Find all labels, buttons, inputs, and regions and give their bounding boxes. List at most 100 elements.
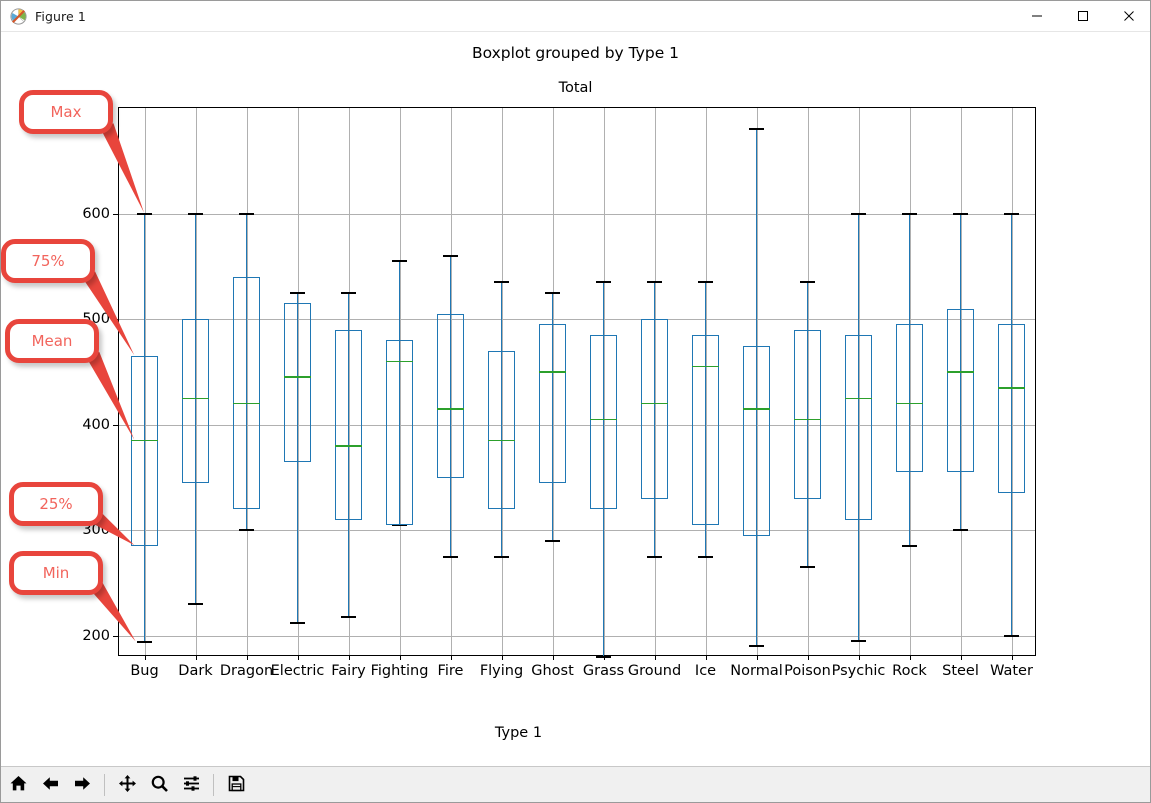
figure-canvas: Boxplot grouped by Type 1 Total 200 300 40… bbox=[1, 32, 1150, 766]
x-tick-label: Fighting bbox=[370, 663, 429, 679]
annotation-label: 25% bbox=[39, 495, 73, 513]
box bbox=[641, 319, 668, 499]
lower-whisker-cap bbox=[799, 566, 816, 569]
zoom-button[interactable] bbox=[145, 770, 174, 800]
box bbox=[386, 340, 413, 526]
upper-whisker-cap bbox=[850, 212, 867, 215]
figure-suptitle: Boxplot grouped by Type 1 bbox=[471, 44, 680, 62]
box bbox=[488, 350, 515, 510]
upper-whisker-cap bbox=[238, 212, 255, 215]
minimize-button[interactable] bbox=[1014, 1, 1060, 31]
upper-whisker-cap bbox=[187, 212, 204, 215]
median-line bbox=[182, 397, 209, 400]
pan-button[interactable] bbox=[113, 770, 142, 800]
x-tick-label: Grass bbox=[582, 663, 625, 679]
upper-whisker-cap bbox=[442, 254, 459, 257]
median-line bbox=[947, 371, 974, 373]
lower-whisker-cap bbox=[646, 555, 663, 558]
upper-whisker-cap bbox=[544, 291, 561, 294]
box bbox=[692, 334, 719, 526]
box bbox=[743, 345, 770, 536]
lower-whisker-cap bbox=[187, 603, 204, 606]
annotation-label: Max bbox=[50, 103, 82, 121]
x-tick-mark bbox=[909, 655, 911, 660]
left-arrow-icon bbox=[41, 774, 60, 797]
x-tick-mark bbox=[450, 655, 452, 660]
lower-whisker-cap bbox=[238, 529, 255, 532]
lower-whisker-cap bbox=[340, 615, 357, 618]
upper-whisker-cap bbox=[595, 281, 612, 284]
lower-whisker-cap bbox=[901, 545, 918, 548]
x-tick-label: Psychic bbox=[831, 663, 886, 679]
box bbox=[182, 319, 209, 483]
median-line bbox=[692, 365, 719, 368]
upper-whisker-cap bbox=[901, 212, 918, 215]
median-line bbox=[590, 418, 617, 421]
box bbox=[437, 313, 464, 478]
close-button[interactable] bbox=[1106, 1, 1150, 31]
toolbar-separator-2 bbox=[213, 774, 214, 796]
median-line bbox=[386, 360, 413, 363]
upper-whisker-cap bbox=[799, 281, 816, 284]
x-tick-label: Ground bbox=[627, 663, 682, 679]
median-line bbox=[488, 439, 515, 442]
lower-whisker-cap bbox=[595, 656, 612, 658]
x-tick-mark bbox=[807, 655, 809, 660]
x-tick-label: Electric bbox=[270, 663, 325, 679]
median-line bbox=[743, 408, 770, 410]
upper-whisker-cap bbox=[952, 212, 969, 215]
box bbox=[947, 308, 974, 473]
box bbox=[539, 324, 566, 483]
box bbox=[794, 329, 821, 499]
lower-whisker-cap bbox=[697, 555, 714, 558]
lower-whisker-cap bbox=[748, 645, 765, 648]
x-tick-label: Dragon bbox=[219, 663, 274, 679]
home-button[interactable] bbox=[4, 770, 33, 800]
floppy-disk-icon bbox=[227, 774, 246, 797]
lower-whisker-cap bbox=[952, 529, 969, 532]
maximize-button[interactable] bbox=[1060, 1, 1106, 31]
x-tick-label: Water bbox=[990, 663, 1033, 679]
x-tick-mark bbox=[552, 655, 554, 660]
x-axis-label: Type 1 bbox=[494, 725, 543, 741]
median-line bbox=[896, 402, 923, 405]
matplotlib-icon bbox=[10, 7, 27, 25]
median-line bbox=[284, 376, 311, 378]
x-tick-mark bbox=[297, 655, 299, 660]
y-gridline bbox=[119, 635, 1035, 637]
annotation-label: Mean bbox=[31, 332, 73, 350]
back-button[interactable] bbox=[36, 770, 65, 800]
x-tick-mark bbox=[501, 655, 503, 660]
box bbox=[896, 324, 923, 473]
x-tick-mark bbox=[399, 655, 401, 660]
annotation-callout-p75: 75% bbox=[1, 239, 95, 283]
x-tick-label: Flying bbox=[479, 663, 524, 679]
x-tick-mark bbox=[144, 655, 146, 660]
x-tick-mark bbox=[858, 655, 860, 660]
sliders-icon bbox=[182, 774, 201, 797]
configure-subplots-button[interactable] bbox=[177, 770, 206, 800]
box bbox=[845, 334, 872, 520]
x-tick-label: Bug bbox=[130, 663, 159, 679]
lower-whisker-cap bbox=[544, 539, 561, 542]
lower-whisker-cap bbox=[289, 622, 306, 625]
navigation-toolbar bbox=[1, 766, 1150, 802]
x-tick-label: Rock bbox=[892, 663, 927, 679]
box bbox=[590, 334, 617, 510]
median-line bbox=[998, 386, 1025, 389]
save-button[interactable] bbox=[222, 770, 251, 800]
upper-whisker-cap bbox=[1003, 212, 1020, 215]
move-icon bbox=[118, 774, 137, 797]
x-tick-label: Fire bbox=[437, 663, 464, 679]
upper-whisker-cap bbox=[391, 260, 408, 263]
annotation-callout-max: Max bbox=[19, 90, 113, 134]
forward-button[interactable] bbox=[68, 770, 97, 800]
x-tick-mark bbox=[756, 655, 758, 660]
y-gridline bbox=[119, 213, 1035, 215]
right-arrow-icon bbox=[73, 774, 92, 797]
lower-whisker-cap bbox=[493, 555, 510, 558]
annotation-callout-p25: 25% bbox=[9, 482, 103, 526]
x-tick-mark bbox=[705, 655, 707, 660]
box bbox=[233, 276, 260, 510]
lower-whisker-cap bbox=[442, 555, 459, 558]
